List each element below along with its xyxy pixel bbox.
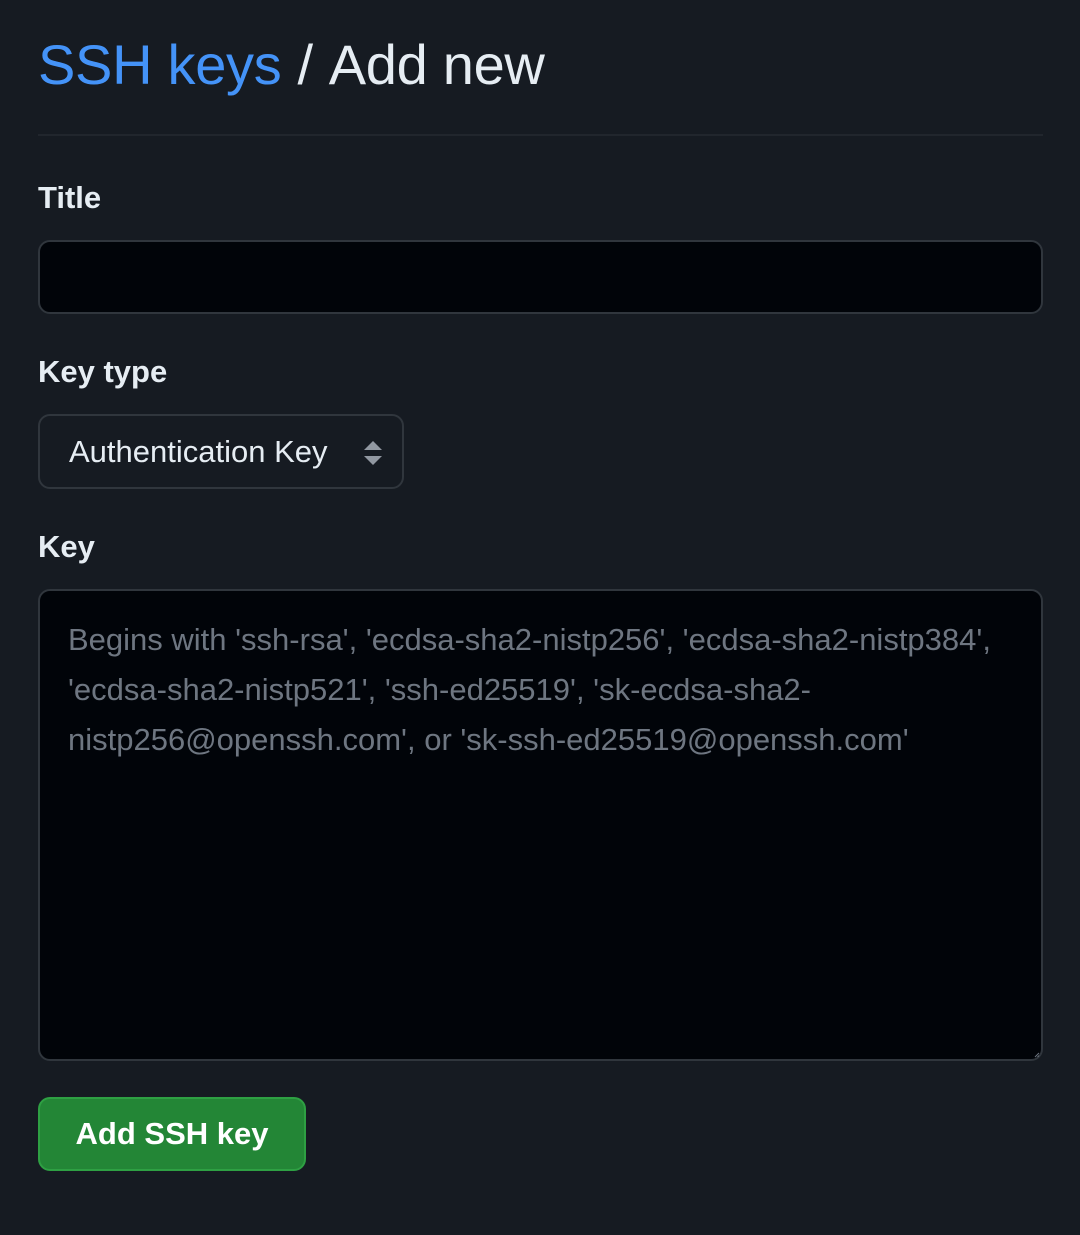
key-type-label: Key type (38, 354, 168, 389)
key-type-selected-value: Authentication Key (69, 433, 328, 469)
key-type-select[interactable]: Authentication Key (38, 414, 404, 489)
key-textarea[interactable] (38, 589, 1043, 1061)
key-label: Key (38, 529, 95, 564)
breadcrumb-separator: / (297, 33, 313, 96)
breadcrumb-ssh-keys-link[interactable]: SSH keys (38, 33, 282, 96)
page-header: SSH keys / Add new (38, 0, 1043, 136)
breadcrumb: SSH keys / Add new (38, 37, 545, 93)
add-ssh-key-page: SSH keys / Add new Title Key type Authenti… (38, 0, 1043, 1171)
title-label: Title (38, 180, 102, 215)
title-input[interactable] (38, 240, 1043, 314)
select-arrows-icon (364, 441, 382, 465)
add-ssh-key-button[interactable]: Add SSH key (38, 1097, 306, 1171)
resize-handle-icon[interactable] (1034, 1052, 1040, 1058)
page-title: Add new (328, 33, 545, 96)
